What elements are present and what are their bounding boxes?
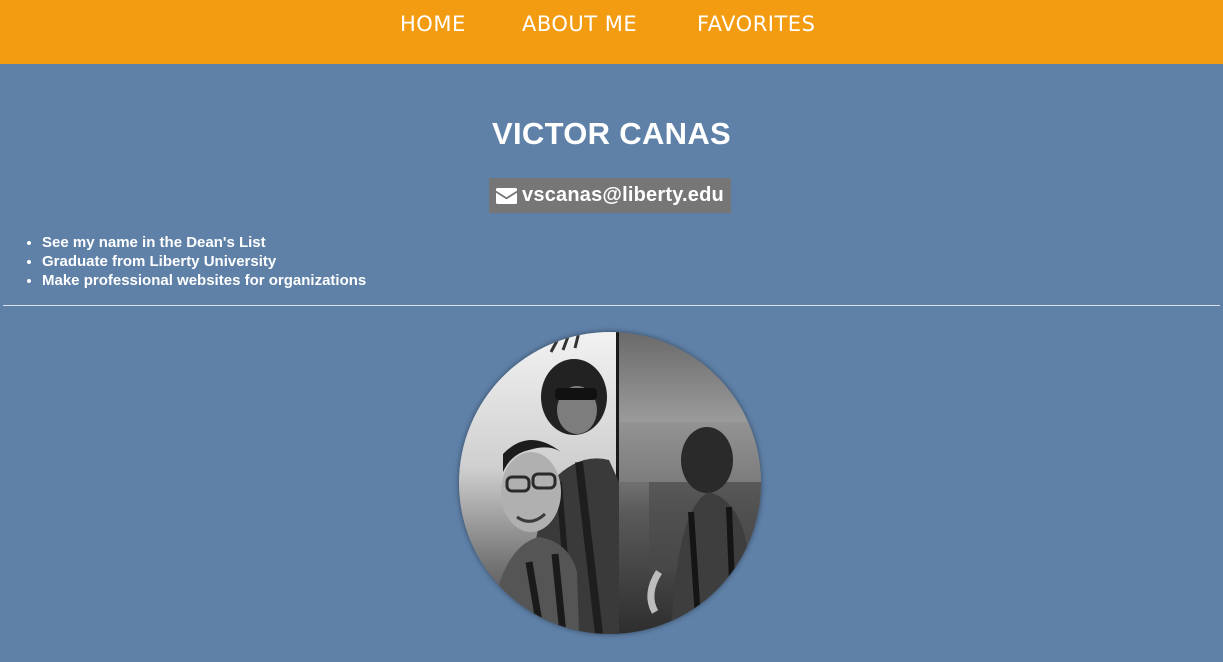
- page-title: VICTOR CANAS: [492, 116, 731, 151]
- email-address: vscanas@liberty.edu: [522, 184, 724, 206]
- profile-photo: [459, 332, 761, 634]
- section-divider: [3, 305, 1220, 306]
- nav-link-favorites[interactable]: FAVORITES: [697, 12, 815, 36]
- goal-item-websites: Make professional websites for organizat…: [42, 271, 366, 290]
- nav-link-home[interactable]: HOME: [400, 12, 466, 36]
- envelope-icon: [496, 187, 518, 204]
- email-link[interactable]: vscanas@liberty.edu: [489, 178, 731, 213]
- goal-item-deans-list: See my name in the Dean's List: [42, 233, 366, 252]
- nav-link-about-me[interactable]: ABOUT ME: [522, 12, 637, 36]
- goals-list: See my name in the Dean's List Graduate …: [0, 233, 366, 290]
- goal-item-graduate: Graduate from Liberty University: [42, 252, 366, 271]
- top-navigation-bar: HOME ABOUT ME FAVORITES: [0, 0, 1223, 64]
